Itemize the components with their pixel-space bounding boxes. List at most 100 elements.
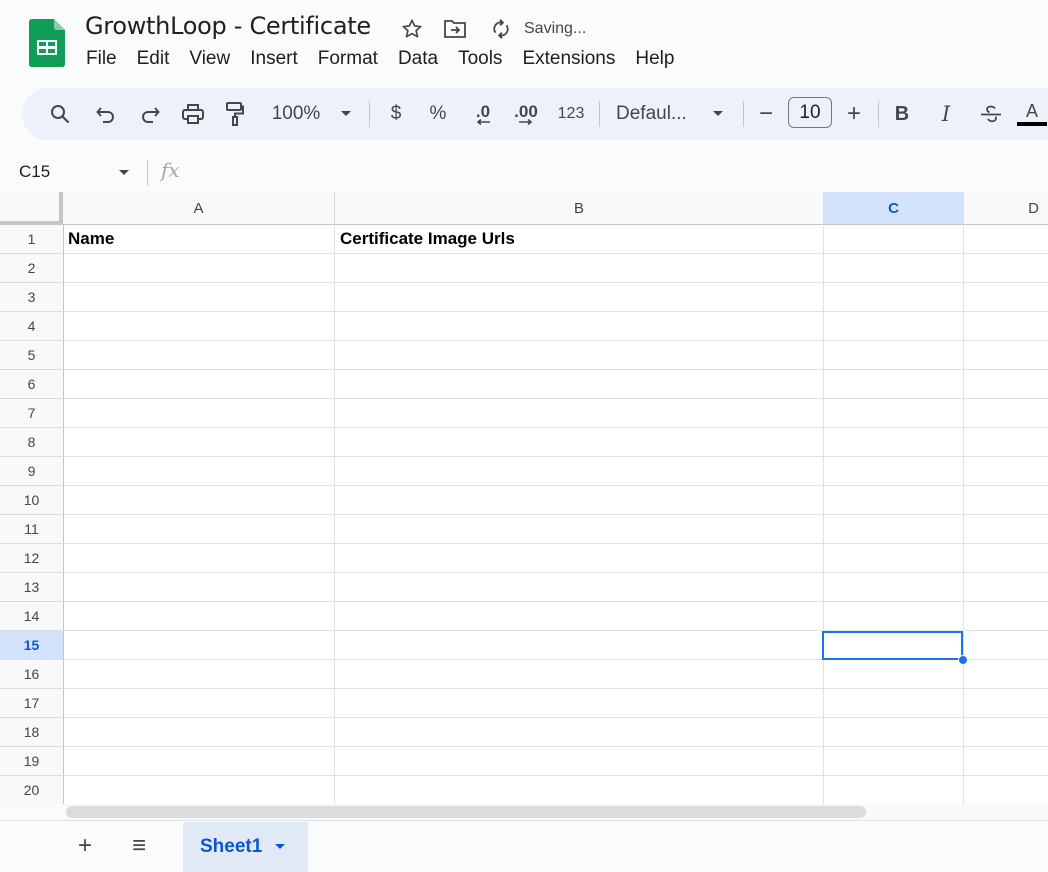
column-header-b[interactable]: B xyxy=(335,192,824,225)
cell-c3[interactable] xyxy=(824,283,964,312)
cell-b18[interactable] xyxy=(335,718,824,747)
cell-a1[interactable]: Name xyxy=(63,225,335,254)
cell-a19[interactable] xyxy=(63,747,335,776)
fill-handle[interactable] xyxy=(958,655,968,665)
menu-view[interactable]: View xyxy=(179,46,240,74)
cell-c9[interactable] xyxy=(824,457,964,486)
menu-help[interactable]: Help xyxy=(625,46,684,74)
document-title[interactable]: GrowthLoop - Certificate xyxy=(85,12,371,40)
cell-a20[interactable] xyxy=(63,776,335,804)
add-sheet-button[interactable]: + xyxy=(71,832,99,860)
cell-d7[interactable] xyxy=(964,399,1048,428)
cell-c18[interactable] xyxy=(824,718,964,747)
spreadsheet-grid[interactable]: A B C D 1 Name Certificate Image Urls 2 3 4 5 6… xyxy=(0,192,1048,804)
cell-b11[interactable] xyxy=(335,515,824,544)
cell-c12[interactable] xyxy=(824,544,964,573)
cell-a14[interactable] xyxy=(63,602,335,631)
row-header-12[interactable]: 12 xyxy=(0,544,64,573)
cell-b14[interactable] xyxy=(335,602,824,631)
row-header-4[interactable]: 4 xyxy=(0,312,64,341)
cell-a4[interactable] xyxy=(63,312,335,341)
cell-a6[interactable] xyxy=(63,370,335,399)
column-header-c[interactable]: C xyxy=(824,192,964,225)
row-header-9[interactable]: 9 xyxy=(0,457,64,486)
cell-d17[interactable] xyxy=(964,689,1048,718)
row-header-16[interactable]: 16 xyxy=(0,660,64,689)
sheets-logo-icon[interactable] xyxy=(29,19,65,67)
cell-a5[interactable] xyxy=(63,341,335,370)
star-icon[interactable] xyxy=(399,16,425,42)
row-header-10[interactable]: 10 xyxy=(0,486,64,515)
cell-c2[interactable] xyxy=(824,254,964,283)
zoom-select[interactable]: 100% xyxy=(266,88,326,140)
cell-a10[interactable] xyxy=(63,486,335,515)
cell-b5[interactable] xyxy=(335,341,824,370)
cell-d8[interactable] xyxy=(964,428,1048,457)
cell-a18[interactable] xyxy=(63,718,335,747)
row-header-8[interactable]: 8 xyxy=(0,428,64,457)
cell-b10[interactable] xyxy=(335,486,824,515)
row-header-11[interactable]: 11 xyxy=(0,515,64,544)
increase-font-size-button[interactable]: + xyxy=(842,88,866,140)
row-header-15[interactable]: 15 xyxy=(0,631,64,660)
cell-c7[interactable] xyxy=(824,399,964,428)
cell-b6[interactable] xyxy=(335,370,824,399)
cell-d11[interactable] xyxy=(964,515,1048,544)
search-menus-icon[interactable] xyxy=(46,88,74,140)
cell-b17[interactable] xyxy=(335,689,824,718)
menu-tools[interactable]: Tools xyxy=(448,46,512,74)
format-percent-button[interactable]: % xyxy=(426,88,450,140)
row-header-2[interactable]: 2 xyxy=(0,254,64,283)
cell-c16[interactable] xyxy=(824,660,964,689)
row-header-20[interactable]: 20 xyxy=(0,776,64,804)
strikethrough-icon[interactable] xyxy=(977,88,1005,140)
menu-insert[interactable]: Insert xyxy=(240,46,308,74)
decrease-font-size-button[interactable]: − xyxy=(756,88,776,140)
cell-a16[interactable] xyxy=(63,660,335,689)
cell-a15[interactable] xyxy=(63,631,335,660)
font-family-select[interactable]: Defaul... xyxy=(616,88,696,140)
cell-a7[interactable] xyxy=(63,399,335,428)
cell-a13[interactable] xyxy=(63,573,335,602)
row-header-5[interactable]: 5 xyxy=(0,341,64,370)
cell-a2[interactable] xyxy=(63,254,335,283)
cell-b20[interactable] xyxy=(335,776,824,804)
sheet-tab-sheet1[interactable]: Sheet1 xyxy=(183,822,308,872)
active-cell-c15[interactable] xyxy=(822,631,963,660)
cell-d12[interactable] xyxy=(964,544,1048,573)
undo-icon[interactable] xyxy=(92,88,120,140)
cell-c10[interactable] xyxy=(824,486,964,515)
cell-b12[interactable] xyxy=(335,544,824,573)
cell-c6[interactable] xyxy=(824,370,964,399)
formula-input[interactable] xyxy=(200,160,1020,186)
cell-c11[interactable] xyxy=(824,515,964,544)
font-chevron-down-icon[interactable] xyxy=(708,88,728,140)
zoom-chevron-down-icon[interactable] xyxy=(336,88,356,140)
row-header-6[interactable]: 6 xyxy=(0,370,64,399)
cell-c5[interactable] xyxy=(824,341,964,370)
menu-format[interactable]: Format xyxy=(308,46,388,74)
cell-d15[interactable] xyxy=(964,631,1048,660)
cell-d2[interactable] xyxy=(964,254,1048,283)
cell-d19[interactable] xyxy=(964,747,1048,776)
column-header-a[interactable]: A xyxy=(63,192,335,225)
cell-c20[interactable] xyxy=(824,776,964,804)
cell-c19[interactable] xyxy=(824,747,964,776)
row-header-1[interactable]: 1 xyxy=(0,225,64,254)
move-to-folder-icon[interactable] xyxy=(442,16,468,42)
cell-a12[interactable] xyxy=(63,544,335,573)
font-size-input[interactable]: 10 xyxy=(788,97,832,128)
cell-a8[interactable] xyxy=(63,428,335,457)
cell-d9[interactable] xyxy=(964,457,1048,486)
cell-c1[interactable] xyxy=(824,225,964,254)
redo-icon[interactable] xyxy=(136,88,164,140)
cell-c8[interactable] xyxy=(824,428,964,457)
row-header-13[interactable]: 13 xyxy=(0,573,64,602)
cell-d20[interactable] xyxy=(964,776,1048,804)
cell-b3[interactable] xyxy=(335,283,824,312)
cell-d18[interactable] xyxy=(964,718,1048,747)
cell-b7[interactable] xyxy=(335,399,824,428)
text-color-button[interactable]: A xyxy=(1017,88,1047,140)
cell-a11[interactable] xyxy=(63,515,335,544)
cell-b1[interactable]: Certificate Image Urls xyxy=(335,225,824,254)
